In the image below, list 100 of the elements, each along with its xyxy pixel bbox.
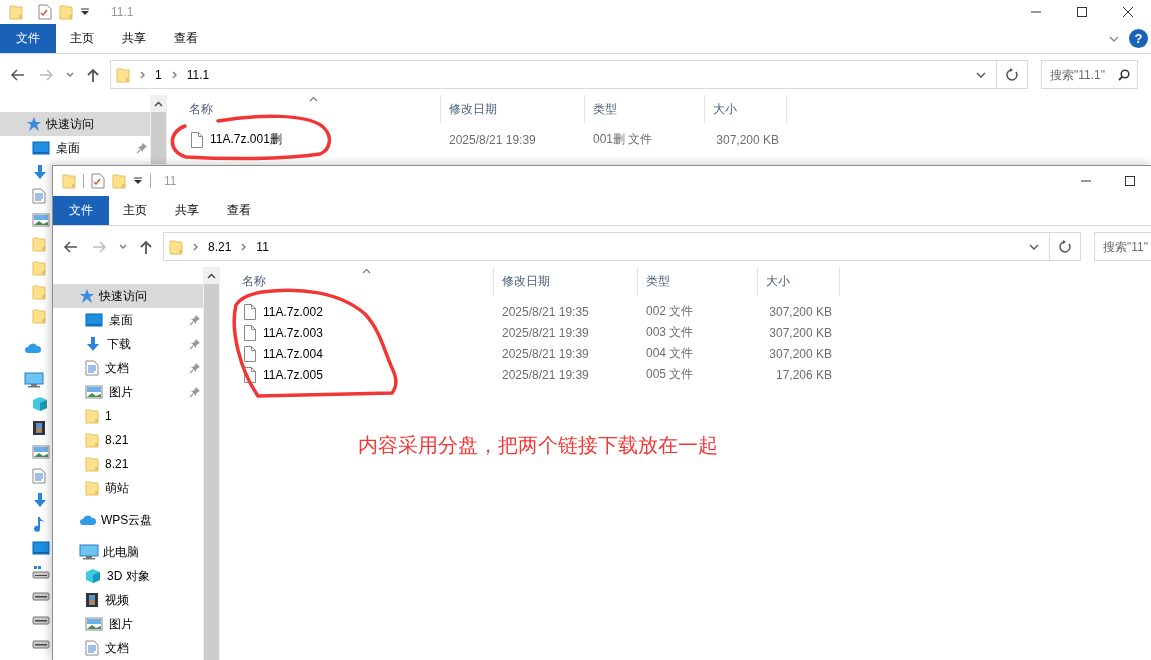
folder-icon (85, 432, 99, 448)
column-header[interactable]: 修改日期 (449, 101, 497, 118)
up-arrow-icon[interactable] (86, 67, 100, 82)
cube-icon (85, 568, 101, 584)
folder-icon (32, 284, 46, 300)
table-cell: 2025/8/21 19:39 (502, 346, 589, 361)
sidebar-item[interactable]: 3D 对象 (53, 564, 203, 588)
file-name[interactable]: 11A.7z.001删 (210, 131, 282, 148)
column-header[interactable]: 修改日期 (502, 273, 550, 290)
ribbon-tab[interactable]: 主页 (109, 196, 161, 225)
scrollbar-thumb[interactable] (151, 112, 166, 164)
chevron-right-icon (240, 241, 248, 252)
column-header[interactable]: 类型 (593, 101, 617, 118)
document-icon (85, 640, 99, 656)
ribbon-tab[interactable]: 查看 (160, 24, 212, 53)
maximize-icon[interactable] (1125, 176, 1135, 186)
refresh-icon[interactable] (1005, 67, 1019, 82)
folder-icon (32, 236, 46, 252)
scrollbar-thumb[interactable] (204, 284, 219, 660)
music-note-icon (32, 516, 46, 532)
sidebar-item[interactable]: 桌面 (0, 136, 150, 160)
sidebar-item[interactable]: 1 (53, 404, 203, 428)
table-cell: 2025/8/21 19:39 (449, 132, 536, 147)
close-icon[interactable] (1123, 7, 1133, 17)
file-name[interactable]: 11A.7z.004 (263, 346, 323, 361)
address-bar[interactable]: 8.21 11 (163, 232, 1050, 261)
help-button[interactable]: ? (1129, 29, 1148, 48)
scroll-up-icon[interactable] (154, 100, 163, 107)
sidebar-item[interactable]: 此电脑 (53, 540, 203, 564)
pin-icon (189, 386, 201, 398)
sidebar-item[interactable]: 8.21 (53, 428, 203, 452)
back-arrow-icon[interactable] (63, 239, 79, 254)
ribbon-tab[interactable]: 主页 (56, 24, 108, 53)
file-menu-button[interactable]: 文件 (53, 196, 109, 225)
forward-arrow-icon[interactable] (91, 239, 107, 254)
chevron-down-icon[interactable] (1109, 34, 1119, 43)
chevron-down-icon[interactable] (1029, 242, 1039, 251)
folder-icon (169, 238, 183, 255)
refresh-button[interactable] (997, 60, 1028, 89)
checklist-icon[interactable] (38, 4, 52, 20)
sidebar-item[interactable]: 快速访问 (0, 112, 150, 136)
refresh-button[interactable] (1050, 232, 1081, 261)
checklist-icon[interactable] (91, 173, 105, 189)
table-cell: 001删 文件 (593, 131, 653, 148)
sidebar-item[interactable]: 文档 (53, 356, 203, 380)
image-icon (85, 385, 103, 399)
breadcrumb-item[interactable]: 11.1 (186, 67, 210, 82)
ribbon-tab[interactable]: 共享 (108, 24, 160, 53)
ribbon-tab[interactable]: 共享 (161, 196, 213, 225)
ribbon-tab[interactable]: 查看 (213, 196, 265, 225)
sidebar-item[interactable]: 图片 (53, 612, 203, 636)
sidebar-item[interactable]: 8.21 (53, 452, 203, 476)
column-header[interactable]: 名称 (189, 101, 213, 118)
file-name[interactable]: 11A.7z.005 (263, 367, 323, 382)
file-icon (191, 131, 203, 148)
folder-icon (85, 408, 99, 424)
down-arrow-icon (85, 336, 101, 352)
dropdown-icon[interactable] (133, 176, 143, 186)
sidebar-item[interactable]: 桌面 (53, 308, 203, 332)
refresh-icon[interactable] (1058, 239, 1072, 254)
drive-icon (32, 615, 50, 625)
column-header[interactable]: 名称 (242, 273, 266, 290)
sidebar-item[interactable]: 文档 (53, 636, 203, 660)
column-header[interactable]: 大小 (713, 101, 737, 118)
search-icon[interactable] (1118, 69, 1130, 81)
dropdown-icon[interactable] (80, 7, 90, 17)
sidebar-item[interactable]: 下载 (53, 332, 203, 356)
annotation-text: 内容采用分盘，把两个链接下载放在一起 (358, 433, 718, 458)
maximize-icon[interactable] (1077, 7, 1087, 17)
file-name[interactable]: 11A.7z.003 (263, 325, 323, 340)
table-cell: 005 文件 (646, 366, 694, 383)
file-menu-button[interactable]: 文件 (0, 24, 56, 53)
sidebar-item[interactable]: 萌站 (53, 476, 203, 500)
folder-icon (85, 480, 99, 496)
folder-icon (9, 4, 23, 20)
table-cell: 307,200 KB (716, 132, 779, 147)
column-header[interactable]: 类型 (646, 273, 670, 290)
sidebar-item[interactable]: 视频 (53, 588, 203, 612)
table-cell: 003 文件 (646, 324, 694, 341)
computer-icon (79, 544, 99, 560)
sidebar-item[interactable]: WPS云盘 (53, 508, 203, 532)
column-header[interactable]: 大小 (766, 273, 790, 290)
up-arrow-icon[interactable] (139, 239, 153, 254)
pin-icon (189, 338, 201, 350)
sidebar-item[interactable]: 图片 (53, 380, 203, 404)
screen-icon (32, 141, 50, 155)
file-name[interactable]: 11A.7z.002 (263, 304, 323, 319)
scroll-up-icon[interactable] (207, 272, 216, 279)
search-field[interactable]: 搜索"11" (1094, 232, 1151, 261)
breadcrumb-item[interactable]: 8.21 (208, 239, 232, 254)
sidebar-item[interactable]: 快速访问 (53, 284, 203, 308)
back-arrow-icon[interactable] (10, 67, 26, 82)
address-bar[interactable]: 1 11.1 (110, 60, 997, 89)
forward-arrow-icon[interactable] (38, 67, 54, 82)
chevron-down-icon[interactable] (976, 70, 986, 79)
cloud-icon (79, 514, 97, 526)
search-field[interactable]: 搜索"11.1" (1041, 60, 1138, 89)
breadcrumb-item[interactable]: 1 (155, 67, 162, 82)
breadcrumb-item[interactable]: 11 (256, 239, 269, 254)
file-icon (244, 303, 256, 320)
